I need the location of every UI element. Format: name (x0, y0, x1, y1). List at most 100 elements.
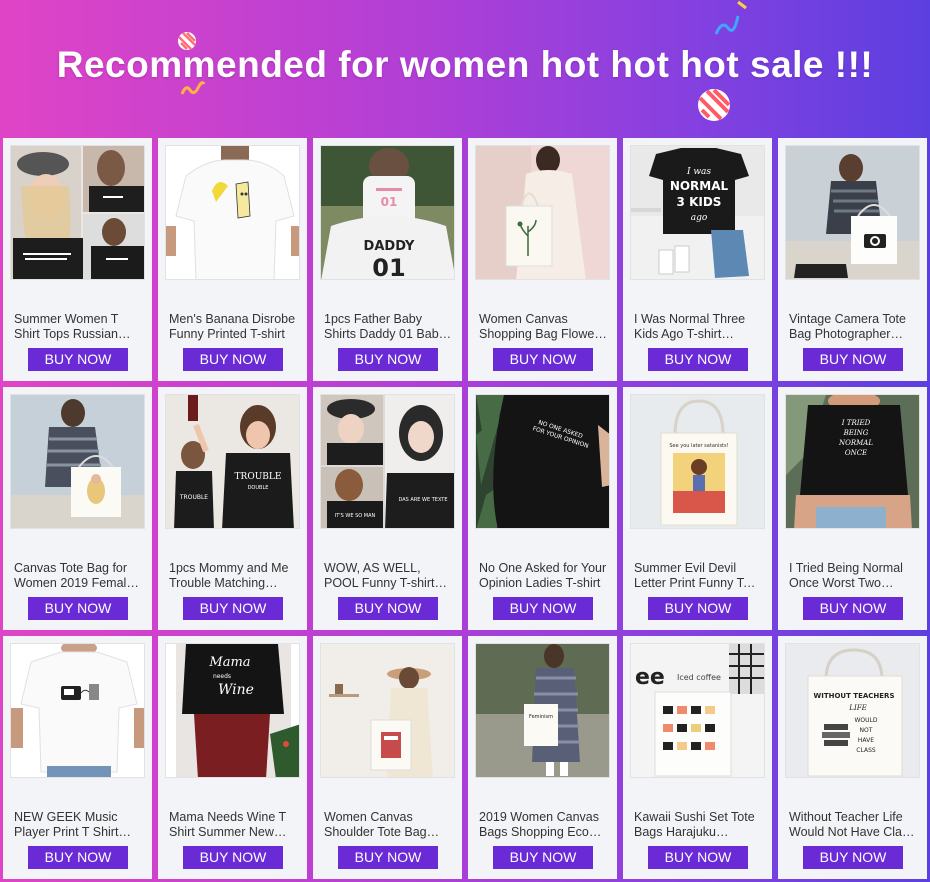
svg-text:WOULD: WOULD (854, 717, 877, 724)
product-title[interactable]: 1pcs Mommy and Me Trouble Matching Shirt… (169, 561, 297, 591)
product-image-man-banana-tshirt[interactable] (165, 145, 300, 280)
product-card[interactable]: NEW GEEK Music Player Print T Shirt Men … (3, 636, 152, 879)
buy-now-button[interactable]: BUY NOW (183, 348, 283, 371)
buy-now-button[interactable]: BUY NOW (338, 846, 438, 869)
buy-now-button[interactable]: BUY NOW (183, 846, 283, 869)
svg-text:I TRIED: I TRIED (841, 419, 871, 427)
svg-text:ago: ago (691, 213, 708, 223)
product-image-feminism-tote[interactable]: Feminism (475, 643, 610, 778)
product-card[interactable]: Mama needs Wine Mama Needs Wine T Shirt … (158, 636, 307, 879)
buy-now-button[interactable]: BUY NOW (183, 597, 283, 620)
buy-now-button[interactable]: BUY NOW (493, 348, 593, 371)
svg-text:3 KIDS: 3 KIDS (677, 195, 722, 209)
svg-text:TROUBLE: TROUBLE (235, 472, 282, 482)
svg-text:ee: ee (635, 665, 665, 690)
buy-now-button[interactable]: BUY NOW (648, 597, 748, 620)
banner-title: Recommended for women hot hot hot sale !… (56, 44, 874, 85)
product-image-mommy-me-trouble[interactable]: TROUBLE TROUBLE DOUBLE (165, 394, 300, 529)
svg-text:DADDY: DADDY (364, 239, 415, 254)
svg-text:ONCE: ONCE (845, 449, 867, 457)
buy-now-button[interactable]: BUY NOW (493, 846, 593, 869)
product-title[interactable]: Canvas Tote Bag for Women 2019 Female Sh… (14, 561, 142, 591)
svg-text:HAVE: HAVE (858, 737, 874, 744)
buy-now-button[interactable]: BUY NOW (28, 597, 128, 620)
product-title[interactable]: Men's Banana Disrobe Funny Printed T-shi… (169, 312, 297, 342)
product-card[interactable]: TROUBLE TROUBLE DOUBLE 1pcs Mommy and Me… (158, 387, 307, 630)
product-image-no-one-asked-tshirt[interactable]: NO ONE ASKED FOR YOUR OPINION (475, 394, 610, 529)
product-card[interactable]: Women Canvas Shopping Bag Flower Print B… (468, 138, 617, 381)
product-card[interactable]: Canvas Tote Bag for Women 2019 Female Sh… (3, 387, 152, 630)
product-card[interactable]: Feminism 2019 Women Canvas Bags Shopping… (468, 636, 617, 879)
product-image-sushi-tote[interactable]: ee Iced coffee (630, 643, 765, 778)
product-title[interactable]: 1pcs Father Baby Shirts Daddy 01 Baby 01 (324, 312, 452, 342)
svg-text:Mama: Mama (208, 655, 250, 670)
candy-ball-icon (698, 88, 731, 121)
buy-now-button[interactable]: BUY NOW (803, 348, 903, 371)
buy-now-button[interactable]: BUY NOW (338, 348, 438, 371)
product-title[interactable]: 2019 Women Canvas Bags Shopping Eco Reus… (479, 810, 607, 840)
product-title[interactable]: WOW, AS WELL, POOL Funny T-shirt Women (324, 561, 452, 591)
product-image-mama-needs-wine[interactable]: Mama needs Wine (165, 643, 300, 778)
product-card[interactable]: Men's Banana Disrobe Funny Printed T-shi… (158, 138, 307, 381)
product-title[interactable]: Kawaii Sushi Set Tote Bags Harajuku Shop… (634, 810, 762, 840)
product-title[interactable]: I Was Normal Three Kids Ago T-shirt Casu… (634, 312, 762, 342)
product-card[interactable]: I was NORMAL 3 KIDS ago I Was Normal Thr… (623, 138, 772, 381)
product-card[interactable]: 01 DADDY 01 1pcs Father Baby Shirts Dadd… (313, 138, 462, 381)
product-card[interactable]: WITHOUT TEACHERS LIFE WOULD NOT HAVE CLA… (778, 636, 927, 879)
product-image-evil-devil-tote[interactable]: See you later satanists! (630, 394, 765, 529)
svg-text:DAS ARE WE TEXTE: DAS ARE WE TEXTE (398, 497, 447, 503)
product-card[interactable]: Summer Women T Shirt Tops Russian Letter… (3, 138, 152, 381)
buy-now-button[interactable]: BUY NOW (803, 597, 903, 620)
streamer-icon (737, 0, 747, 10)
svg-text:01: 01 (372, 254, 405, 280)
svg-text:Feminism: Feminism (529, 714, 553, 720)
product-card[interactable]: I TRIED BEING NORMAL ONCE I Tried Being … (778, 387, 927, 630)
product-image-i-was-normal-tshirt[interactable]: I was NORMAL 3 KIDS ago (630, 145, 765, 280)
buy-now-button[interactable]: BUY NOW (28, 846, 128, 869)
product-card[interactable]: Vintage Camera Tote Bag Photographer Sho… (778, 138, 927, 381)
product-title[interactable]: Summer Evil Devil Letter Print Funny Tot… (634, 561, 762, 591)
buy-now-button[interactable]: BUY NOW (338, 597, 438, 620)
product-image-canvas-shoulder-tote[interactable] (320, 643, 455, 778)
product-card[interactable]: Women Canvas Shoulder Tote Bag Shopping … (313, 636, 462, 879)
promo-banner: Recommended for women hot hot hot sale !… (0, 0, 930, 136)
product-card[interactable]: ee Iced coffee Kawaii Sushi Set Tote Bag… (623, 636, 772, 879)
product-image-woman-canvas-bag[interactable] (475, 145, 610, 280)
svg-text:BEING: BEING (843, 429, 869, 437)
svg-text:I was: I was (686, 167, 711, 177)
product-image-wow-as-well-collage[interactable]: IT'S WE SO MAN DAS ARE WE TEXTE (320, 394, 455, 529)
svg-text:01: 01 (381, 195, 398, 209)
svg-text:NOT: NOT (860, 727, 873, 734)
product-title[interactable]: Mama Needs Wine T Shirt Summer New Fashi… (169, 810, 297, 840)
product-image-women-tshirt-collage[interactable] (10, 145, 145, 280)
buy-now-button[interactable]: BUY NOW (803, 846, 903, 869)
svg-text:NORMAL: NORMAL (670, 179, 729, 193)
product-image-geek-music-tshirt[interactable] (10, 643, 145, 778)
buy-now-button[interactable]: BUY NOW (648, 846, 748, 869)
product-title[interactable]: Vintage Camera Tote Bag Photographer Sho… (789, 312, 917, 342)
streamer-icon (714, 15, 740, 35)
product-card[interactable]: IT'S WE SO MAN DAS ARE WE TEXTE WOW, AS … (313, 387, 462, 630)
product-title[interactable]: Women Canvas Shopping Bag Flower Print (479, 312, 607, 342)
product-image-teacher-tote[interactable]: WITHOUT TEACHERS LIFE WOULD NOT HAVE CLA… (785, 643, 920, 778)
svg-text:WITHOUT TEACHERS: WITHOUT TEACHERS (814, 692, 895, 700)
product-title[interactable]: Women Canvas Shoulder Tote Bag Shopping (324, 810, 452, 840)
product-image-daddy-baby-shirt[interactable]: 01 DADDY 01 (320, 145, 455, 280)
svg-text:Wine: Wine (218, 682, 254, 698)
buy-now-button[interactable]: BUY NOW (648, 348, 748, 371)
product-title[interactable]: Without Teacher Life Would Not Have Clas… (789, 810, 917, 840)
product-title[interactable]: NEW GEEK Music Player Print T Shirt Men (14, 810, 142, 840)
product-card[interactable]: See you later satanists! Summer Evil Dev… (623, 387, 772, 630)
product-image-canvas-tote-girl[interactable] (10, 394, 145, 529)
buy-now-button[interactable]: BUY NOW (28, 348, 128, 371)
product-title[interactable]: Summer Women T Shirt Tops Russian Letter… (14, 312, 142, 342)
product-title[interactable]: I Tried Being Normal Once Worst Two Minu… (789, 561, 917, 591)
product-title[interactable]: No One Asked for Your Opinion Ladies T-s… (479, 561, 607, 591)
svg-text:DOUBLE: DOUBLE (248, 485, 269, 491)
product-image-tried-being-normal[interactable]: I TRIED BEING NORMAL ONCE (785, 394, 920, 529)
svg-text:CLASS: CLASS (856, 747, 876, 754)
product-grid: Summer Women T Shirt Tops Russian Letter… (3, 138, 930, 882)
product-card[interactable]: NO ONE ASKED FOR YOUR OPINION No One Ask… (468, 387, 617, 630)
buy-now-button[interactable]: BUY NOW (493, 597, 593, 620)
product-image-camera-tote-bag[interactable] (785, 145, 920, 280)
